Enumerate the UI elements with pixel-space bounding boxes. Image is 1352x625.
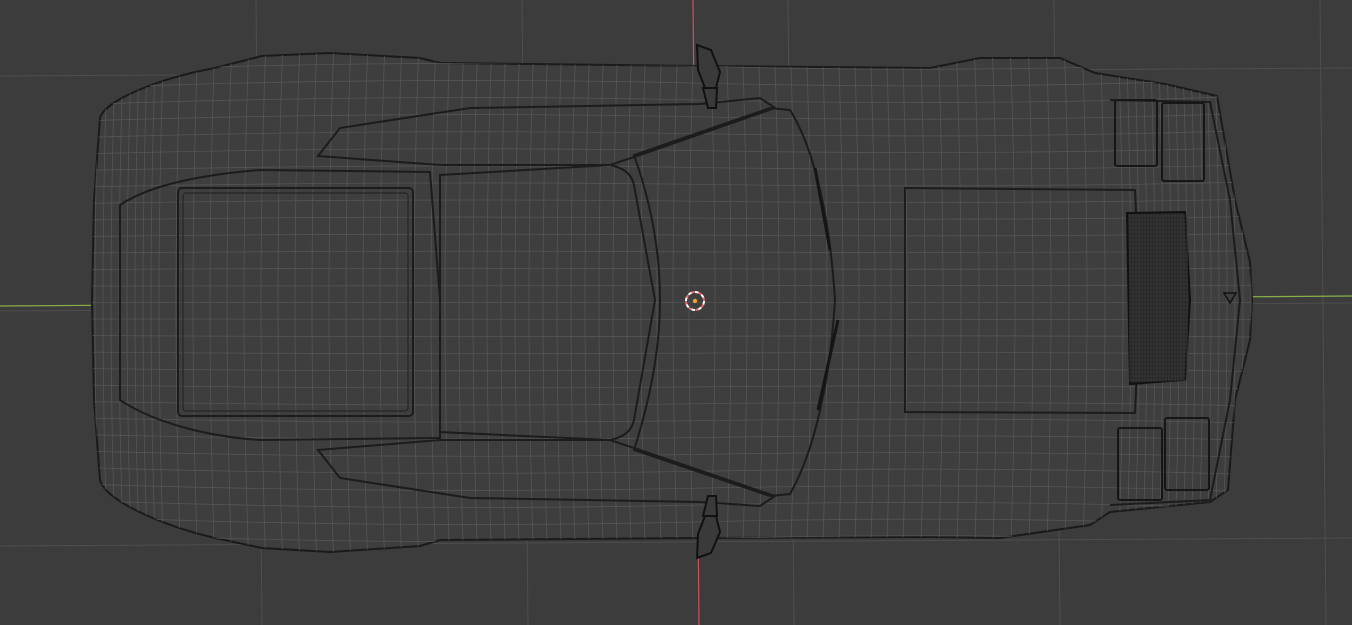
grid-line (1319, 0, 1327, 625)
viewport-canvas[interactable] (0, 0, 1352, 625)
object-origin-icon (692, 298, 698, 304)
car-mesh-icon[interactable] (80, 40, 1260, 570)
3d-viewport[interactable] (0, 0, 1352, 625)
front-vent-grille (1125, 210, 1192, 386)
grid-line (0, 537, 1352, 547)
